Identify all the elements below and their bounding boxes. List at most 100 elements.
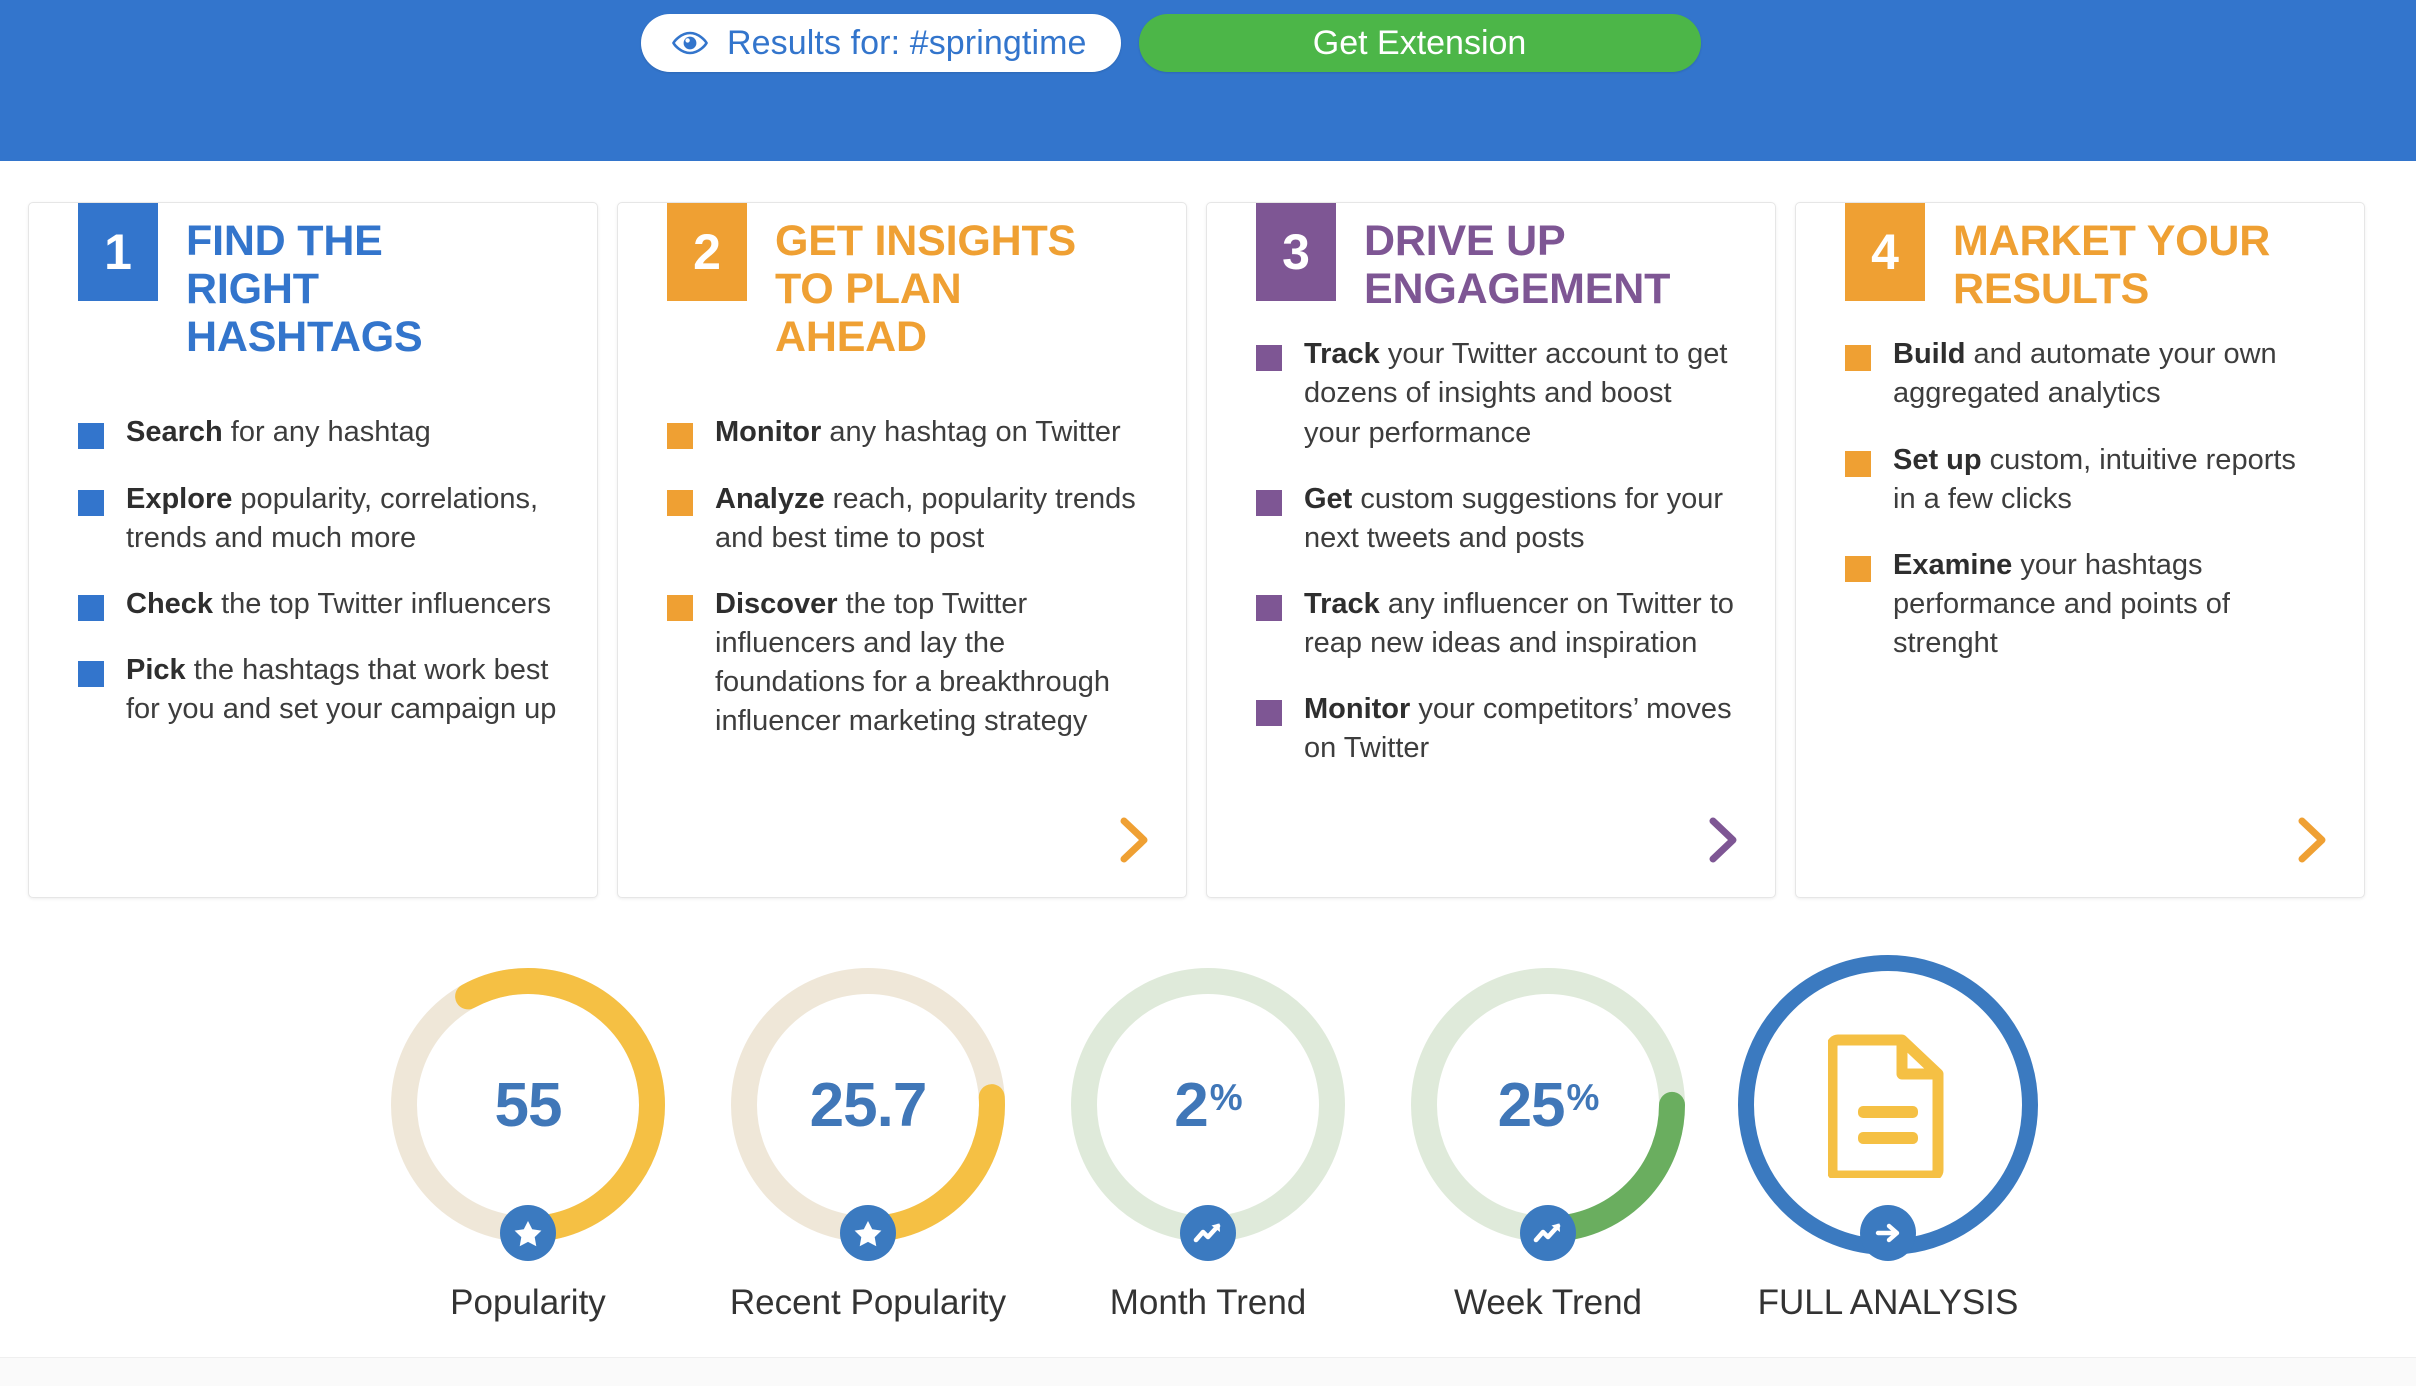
bullet-text: Track your Twitter account to get dozens… — [1304, 335, 1735, 452]
bullet-text: Set up custom, intuitive reports in a fe… — [1893, 441, 2324, 519]
bullet-rest: for any hashtag — [222, 416, 431, 449]
bullet-text: Analyze reach, popularity trends and bes… — [715, 480, 1146, 558]
metric-month-trend[interactable]: 2% Month Trend — [1038, 955, 1378, 1323]
week-trend-label: Week Trend — [1453, 1283, 1643, 1322]
page-root: Results for: #springtime Get Extension 1… — [0, 0, 2416, 1386]
bullet-lead: Search — [126, 416, 223, 449]
popularity-badge — [500, 1205, 556, 1261]
bullet-rest: the hashtags that work best for you and … — [126, 654, 557, 726]
bottom-strip — [0, 1358, 2416, 1386]
month-trend-badge — [1180, 1205, 1236, 1261]
list-item: Discover the top Twitter influencers and… — [667, 585, 1146, 742]
bullet-lead: Set up — [1893, 443, 1982, 476]
bullet-text: Monitor any hashtag on Twitter — [715, 413, 1121, 452]
month-trend-label: Month Trend — [1109, 1283, 1307, 1322]
week-trend-badge — [1520, 1205, 1576, 1261]
recent-popularity-label: Recent Popularity — [729, 1283, 1007, 1322]
card-2-header: 2 GET INSIGHTS TO PLAN AHEAD — [618, 203, 1186, 361]
bullet-square-icon — [667, 489, 693, 516]
arrow-right-icon — [1871, 1216, 1905, 1250]
bullet-lead: Monitor — [715, 416, 822, 449]
card-2-next-arrow-icon[interactable] — [1117, 815, 1151, 865]
card-4-next-arrow-icon[interactable] — [2295, 815, 2329, 865]
card-1-bullet-list: Search for any hashtag Explore popularit… — [29, 413, 597, 729]
card-3-next-arrow-icon[interactable] — [1706, 815, 1740, 865]
bullet-square-icon — [1256, 700, 1282, 727]
bullet-text: Search for any hashtag — [126, 413, 431, 452]
list-item: Monitor any hashtag on Twitter — [667, 413, 1146, 452]
week-trend-gauge: 25% — [1398, 955, 1698, 1261]
list-item: Explore popularity, correlations, trends… — [78, 480, 557, 558]
bullet-lead: Pick — [126, 654, 186, 687]
step-card-1[interactable]: 1 FIND THE RIGHT HASHTAGS Search for any… — [28, 202, 598, 898]
steps-card-row: 1 FIND THE RIGHT HASHTAGS Search for any… — [28, 202, 2388, 898]
list-item: Track any influencer on Twitter to reap … — [1256, 585, 1735, 663]
metrics-row: 55 Popularity 25.7 Recent Popularity 2 %… — [0, 955, 2416, 1323]
list-item: Pick the hashtags that work best for you… — [78, 651, 557, 729]
bullet-lead: Check — [126, 587, 214, 620]
bullet-text: Examine your hashtags performance and po… — [1893, 546, 2324, 663]
card-2-title: GET INSIGHTS TO PLAN AHEAD — [775, 217, 1077, 362]
month-trend-gauge: 2% — [1058, 955, 1358, 1261]
list-item: Build and automate your own aggregated a… — [1845, 335, 2324, 413]
bullet-square-icon — [667, 423, 693, 450]
metric-week-trend[interactable]: 25% Week Trend — [1378, 955, 1718, 1323]
bullet-lead: Analyze — [715, 482, 825, 515]
trend-up-icon — [1531, 1216, 1565, 1250]
card-3-header: 3 DRIVE UP ENGAGEMENT — [1207, 203, 1775, 313]
step-card-4[interactable]: 4 MARKET YOUR RESULTS Build and automate… — [1795, 202, 2365, 898]
card-4-bullet-list: Build and automate your own aggregated a… — [1796, 335, 2364, 663]
list-item: Examine your hashtags performance and po… — [1845, 546, 2324, 663]
bullet-rest: any hashtag on Twitter — [821, 416, 1121, 449]
list-item: Set up custom, intuitive reports in a fe… — [1845, 441, 2324, 519]
header-controls: Results for: #springtime Get Extension — [641, 14, 1701, 72]
value-unit: % — [1209, 1077, 1243, 1118]
list-item: Analyze reach, popularity trends and bes… — [667, 480, 1146, 558]
bullet-text: Check the top Twitter influencers — [126, 585, 551, 624]
bullet-rest: custom suggestions for your next tweets … — [1304, 482, 1724, 554]
card-1-number-badge: 1 — [78, 203, 158, 301]
bullet-lead: Track — [1304, 588, 1380, 621]
bullet-square-icon — [1845, 450, 1871, 477]
bullet-square-icon — [1256, 595, 1282, 622]
bullet-text: Explore popularity, correlations, trends… — [126, 480, 557, 558]
bullet-lead: Track — [1304, 338, 1380, 371]
bullet-lead: Build — [1893, 338, 1966, 371]
bullet-lead: Monitor — [1304, 693, 1411, 726]
list-item: Monitor your competitors’ moves on Twitt… — [1256, 690, 1735, 768]
card-4-number-badge: 4 — [1845, 203, 1925, 301]
list-item: Track your Twitter account to get dozens… — [1256, 335, 1735, 452]
star-icon — [511, 1216, 545, 1250]
list-item: Check the top Twitter influencers — [78, 585, 557, 624]
eye-icon — [671, 24, 709, 62]
get-extension-button[interactable]: Get Extension — [1138, 14, 1701, 72]
metric-recent-popularity[interactable]: 25.7 Recent Popularity — [698, 955, 1038, 1323]
bullet-text: Build and automate your own aggregated a… — [1893, 335, 2324, 413]
bullet-square-icon — [78, 423, 104, 450]
header-band: Results for: #springtime Get Extension — [0, 0, 2416, 161]
bullet-square-icon — [667, 594, 693, 621]
value-number: 25 — [1497, 1070, 1566, 1140]
bullet-text: Track any influencer on Twitter to reap … — [1304, 585, 1735, 663]
full-analysis-badge[interactable] — [1860, 1205, 1916, 1261]
bullet-square-icon — [78, 661, 104, 688]
bullet-lead: Discover — [715, 587, 838, 620]
card-1-header: 1 FIND THE RIGHT HASHTAGS — [29, 203, 597, 361]
results-label: Results for: #springtime — [727, 23, 1087, 62]
star-icon — [851, 1216, 885, 1250]
metric-popularity[interactable]: 55 Popularity — [358, 955, 698, 1323]
popularity-label: Popularity — [450, 1283, 606, 1322]
card-4-title: MARKET YOUR RESULTS — [1953, 217, 2271, 314]
step-card-2[interactable]: 2 GET INSIGHTS TO PLAN AHEAD Monitor any… — [617, 202, 1187, 898]
card-3-title: DRIVE UP ENGAGEMENT — [1364, 217, 1671, 314]
card-3-bullet-list: Track your Twitter account to get dozens… — [1207, 335, 1775, 768]
value-number: 2 — [1174, 1070, 1208, 1140]
bullet-lead: Examine — [1893, 548, 2013, 581]
bullet-text: Monitor your competitors’ moves on Twitt… — [1304, 690, 1735, 768]
metric-full-analysis[interactable]: FULL ANALYSIS — [1718, 955, 2058, 1323]
bullet-text: Get custom suggestions for your next twe… — [1304, 480, 1735, 558]
value-number: 55 — [494, 1070, 563, 1140]
results-pill[interactable]: Results for: #springtime — [641, 14, 1121, 72]
full-analysis-label: FULL ANALYSIS — [1757, 1283, 2019, 1322]
step-card-3[interactable]: 3 DRIVE UP ENGAGEMENT Track your Twitter… — [1206, 202, 1776, 898]
